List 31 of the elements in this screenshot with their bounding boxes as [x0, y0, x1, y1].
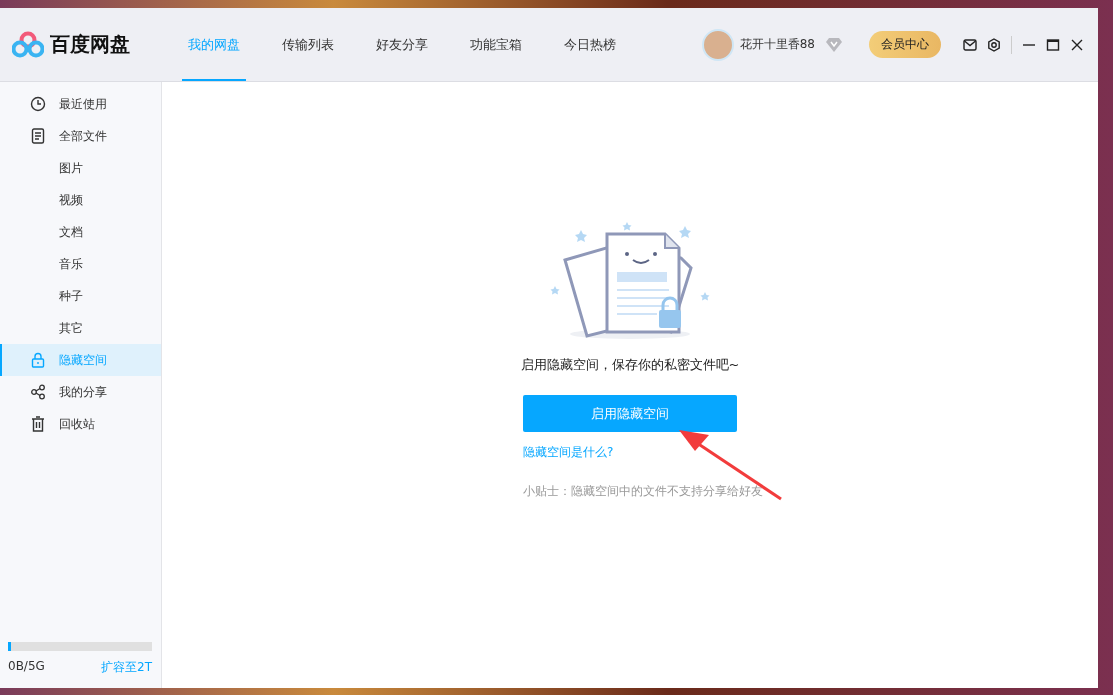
mail-icon[interactable]: [963, 38, 977, 51]
vip-center-button[interactable]: 会员中心: [869, 31, 941, 58]
diamond-icon: [825, 36, 843, 53]
maximize-icon[interactable]: [1046, 37, 1060, 52]
sidebar-item[interactable]: 我的分享: [0, 376, 161, 408]
sidebar-item[interactable]: 图片: [0, 152, 161, 184]
sidebar-item[interactable]: 种子: [0, 280, 161, 312]
hidden-space-message: 启用隐藏空间，保存你的私密文件吧~: [520, 356, 740, 374]
storage-usage: 0B/5G: [8, 659, 45, 675]
nav-tab[interactable]: 今日热榜: [558, 8, 622, 81]
sidebar-item[interactable]: 回收站: [0, 408, 161, 440]
sidebar-item[interactable]: 全部文件: [0, 120, 161, 152]
user-name: 花开十里香88: [739, 36, 815, 53]
sidebar-item[interactable]: 文档: [0, 216, 161, 248]
app-name: 百度网盘: [50, 31, 130, 58]
sidebar-item[interactable]: 最近使用: [0, 88, 161, 120]
sidebar-item[interactable]: 其它: [0, 312, 161, 344]
nav-tab[interactable]: 好友分享: [370, 8, 434, 81]
document-icon: [31, 128, 45, 144]
nav-tab[interactable]: 传输列表: [276, 8, 340, 81]
tip-text: 小贴士：隐藏空间中的文件不支持分享给好友: [523, 483, 763, 500]
sidebar-item[interactable]: 音乐: [0, 248, 161, 280]
share-icon: [30, 384, 46, 400]
nav-tab[interactable]: 功能宝箱: [464, 8, 528, 81]
clock-icon: [30, 96, 46, 112]
close-icon[interactable]: [1070, 37, 1084, 52]
settings-icon[interactable]: [987, 37, 1001, 52]
cloud-logo-icon: [12, 30, 44, 59]
sidebar-item[interactable]: 视频: [0, 184, 161, 216]
lock-icon: [31, 352, 45, 368]
trash-icon: [31, 416, 45, 432]
